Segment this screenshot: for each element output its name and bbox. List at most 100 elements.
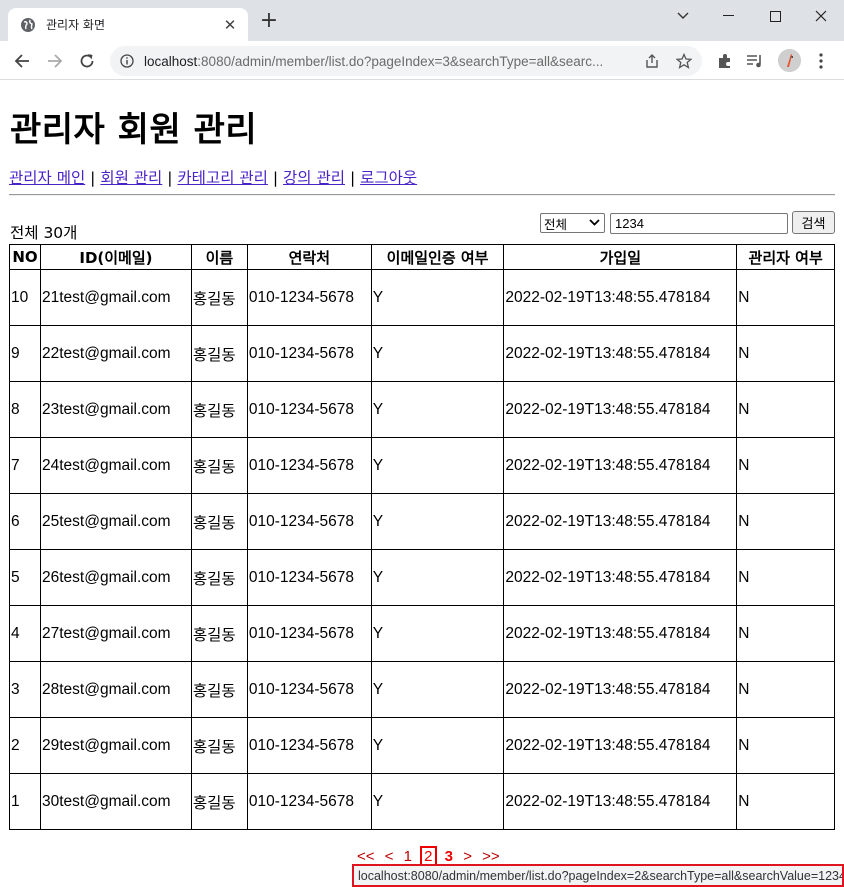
column-header: 관리자 여부 [736,244,835,270]
cell-phone: 010-1234-5678 [246,661,372,718]
search-button[interactable]: 검색 [792,211,835,234]
table-row: 3 28test@gmail.com 홍길동 010-1234-5678 Y 2022-0… [9,661,835,718]
url-text: localhost:8080/admin/member/list.do?page… [144,53,604,69]
cell-name: 홍길동 [190,437,248,494]
table-row: 1 30test@gmail.com 홍길동 010-1234-5678 Y 2022-0… [9,773,835,830]
menu-link-logout[interactable]: 로그아웃 [360,169,417,187]
status-bar-url: localhost:8080/admin/member/list.do?page… [352,864,844,887]
search-type-value: 전체 [544,216,568,232]
cell-email-verified: Y [370,661,505,718]
cell-is-admin: N [736,437,835,494]
cell-is-admin: N [736,605,835,662]
cell-joined: 2022-02-19T13:48:55.478184 [503,437,738,494]
cell-email-verified: Y [370,549,505,606]
share-icon[interactable] [644,53,660,69]
star-icon[interactable] [676,53,692,69]
prev-page-link[interactable]: < [385,848,394,865]
close-tab-icon[interactable]: ✕ [222,16,238,34]
cell-name: 홍길동 [190,381,248,438]
cell-phone: 010-1234-5678 [246,717,372,774]
cell-is-admin: N [736,717,835,774]
cell-phone: 010-1234-5678 [246,773,372,830]
cell-no: 9 [9,325,41,382]
reload-icon[interactable] [75,49,99,73]
cell-phone: 010-1234-5678 [246,269,372,326]
cell-joined: 2022-02-19T13:48:55.478184 [503,605,738,662]
cell-no: 10 [9,269,41,326]
menu-kebab-icon[interactable] [812,52,830,70]
cell-is-admin: N [736,493,835,550]
page-link-2[interactable]: 2 [420,846,437,867]
cell-email: 29test@gmail.com [39,717,192,774]
menu-link-member[interactable]: 회원 관리 [100,169,162,187]
menu-link-category[interactable]: 카테고리 관리 [177,169,268,187]
cell-name: 홍길동 [190,605,248,662]
tab-search-icon[interactable] [660,0,706,32]
cell-phone: 010-1234-5678 [246,605,372,662]
maximize-icon[interactable] [752,0,798,32]
cell-joined: 2022-02-19T13:48:55.478184 [503,717,738,774]
close-window-icon[interactable] [798,0,844,32]
profile-avatar[interactable] [778,49,801,72]
tab-title: 관리자 화면 [46,18,106,32]
cell-email: 30test@gmail.com [39,773,192,830]
cell-phone: 010-1234-5678 [246,493,372,550]
browser-titlebar: 관리자 화면 ✕ + [0,0,844,41]
menu-separator: | [272,169,279,187]
cell-email: 21test@gmail.com [39,269,192,326]
forward-arrow-icon[interactable] [43,49,67,73]
cell-is-admin: N [736,325,835,382]
menu-link-course[interactable]: 강의 관리 [283,169,345,187]
media-controls-icon[interactable] [746,52,764,70]
search-type-select[interactable]: 전체 [540,213,605,233]
menu-link-admin-main[interactable]: 관리자 메인 [9,169,85,187]
cell-phone: 010-1234-5678 [246,437,372,494]
member-table: NO ID(이메일) 이름 연락처 이메일인증 여부 가입일 관리자 여부 10… [9,244,835,830]
new-tab-button[interactable]: + [258,10,280,32]
cell-phone: 010-1234-5678 [246,325,372,382]
cell-name: 홍길동 [190,269,248,326]
cell-email: 27test@gmail.com [39,605,192,662]
divider [9,194,835,196]
page-link-1[interactable]: 1 [404,848,412,865]
table-row: 2 29test@gmail.com 홍길동 010-1234-5678 Y 2022-0… [9,717,835,774]
page-title: 관리자 회원 관리 [10,110,258,150]
first-page-link[interactable]: << [357,848,375,865]
cell-name: 홍길동 [190,773,248,830]
cell-no: 1 [9,773,41,830]
browser-tab[interactable]: 관리자 화면 ✕ [8,8,248,41]
member-table-body: 10 21test@gmail.com 홍길동 010-1234-5678 Y 2022-… [9,269,835,830]
cell-email: 25test@gmail.com [39,493,192,550]
cell-email-verified: Y [370,773,505,830]
search-input[interactable]: 1234 [610,213,788,234]
menu-separator: | [90,169,96,187]
table-row: 8 23test@gmail.com 홍길동 010-1234-5678 Y 2022-0… [9,381,835,438]
site-info-icon[interactable] [120,54,134,68]
cell-no: 3 [9,661,41,718]
cell-email-verified: Y [370,381,505,438]
column-header: 가입일 [503,244,738,270]
address-bar[interactable]: localhost:8080/admin/member/list.do?page… [110,46,702,76]
cell-is-admin: N [736,381,835,438]
cell-no: 6 [9,493,41,550]
table-header-row: NO ID(이메일) 이름 연락처 이메일인증 여부 가입일 관리자 여부 [9,244,835,270]
cell-email-verified: Y [370,325,505,382]
cell-no: 7 [9,437,41,494]
last-page-link[interactable]: >> [482,848,500,865]
cell-joined: 2022-02-19T13:48:55.478184 [503,493,738,550]
page-content: 관리자 회원 관리 관리자 메인 | 회원 관리 | 카테고리 관리 | 강의 … [0,80,844,887]
pagination: << < 1 2 3 > >> [357,846,506,867]
extensions-icon[interactable] [716,52,734,70]
back-arrow-icon[interactable] [10,49,34,73]
current-page: 3 [444,848,454,865]
total-count: 전체 30개 [10,224,78,242]
cell-joined: 2022-02-19T13:48:55.478184 [503,381,738,438]
next-page-link[interactable]: > [463,848,472,865]
minimize-icon[interactable] [706,0,752,32]
table-row: 10 21test@gmail.com 홍길동 010-1234-5678 Y 2022-… [9,269,835,326]
cell-name: 홍길동 [190,325,248,382]
cell-is-admin: N [736,661,835,718]
table-row: 9 22test@gmail.com 홍길동 010-1234-5678 Y 2022-0… [9,325,835,382]
cell-joined: 2022-02-19T13:48:55.478184 [503,325,738,382]
cell-phone: 010-1234-5678 [246,381,372,438]
